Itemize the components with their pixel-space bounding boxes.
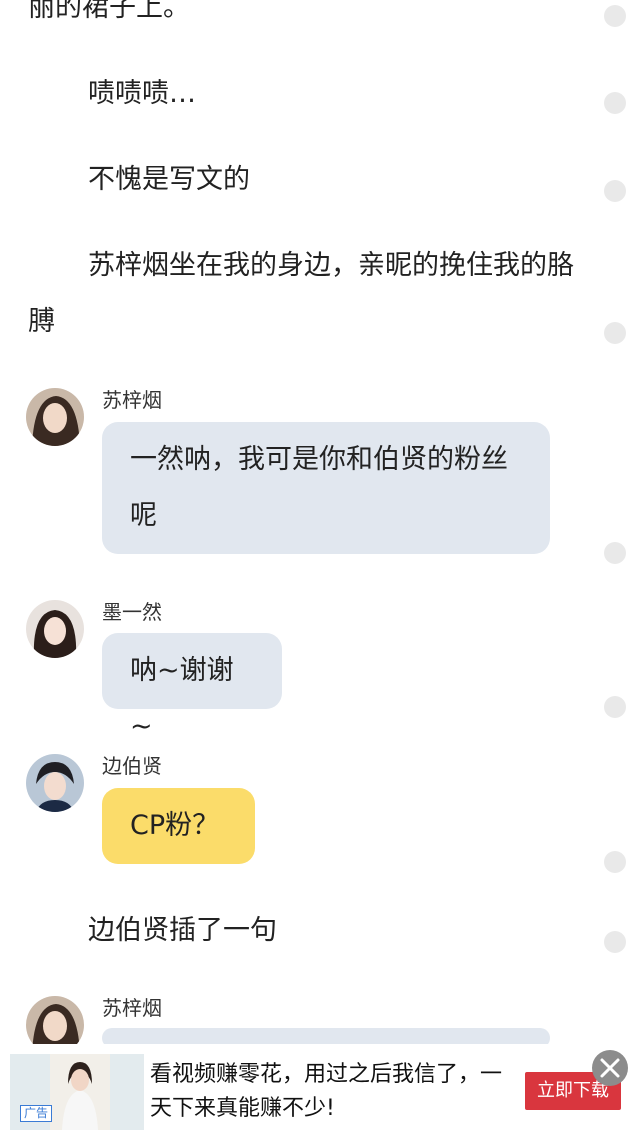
sender-name: 苏梓烟: [102, 388, 162, 412]
comment-dot[interactable]: [604, 5, 626, 27]
comment-dot[interactable]: [604, 696, 626, 718]
chat-bubble: CP粉？: [102, 788, 255, 864]
story-paragraph: 边伯贤插了一句: [88, 915, 277, 946]
avatar[interactable]: [26, 754, 84, 812]
ad-text[interactable]: 看视频赚零花，用过之后我信了，一天下来真能赚不少!: [150, 1058, 510, 1126]
ad-banner[interactable]: 广告 看视频赚零花，用过之后我信了，一天下来真能赚不少! 立即下载: [0, 1044, 640, 1138]
sender-name: 墨一然: [102, 600, 162, 624]
sender-name: 边伯贤: [102, 754, 162, 778]
story-paragraph: 啧啧啧…: [88, 78, 196, 109]
ad-thumbnail[interactable]: 广告: [10, 1054, 144, 1130]
comment-dot[interactable]: [604, 180, 626, 202]
avatar[interactable]: [26, 388, 84, 446]
comment-dot[interactable]: [604, 542, 626, 564]
comment-dot[interactable]: [604, 851, 626, 873]
comment-dot[interactable]: [604, 322, 626, 344]
comment-dot[interactable]: [604, 92, 626, 114]
close-icon[interactable]: [592, 1050, 628, 1086]
sender-name: 苏梓烟: [102, 996, 162, 1020]
chat-bubble: 一然呐，我可是你和伯贤的粉丝呢: [102, 422, 550, 554]
story-paragraph: 不愧是写文的: [88, 164, 250, 195]
chat-bubble: 呐~谢谢~: [102, 633, 282, 742]
ad-label: 广告: [20, 1105, 53, 1122]
avatar[interactable]: [26, 600, 84, 658]
comment-dot[interactable]: [604, 931, 626, 953]
story-paragraph-top: 丽的裙子上。: [28, 0, 190, 23]
story-paragraph: 苏梓烟坐在我的身边，亲昵的挽住我的胳膊: [28, 250, 574, 337]
